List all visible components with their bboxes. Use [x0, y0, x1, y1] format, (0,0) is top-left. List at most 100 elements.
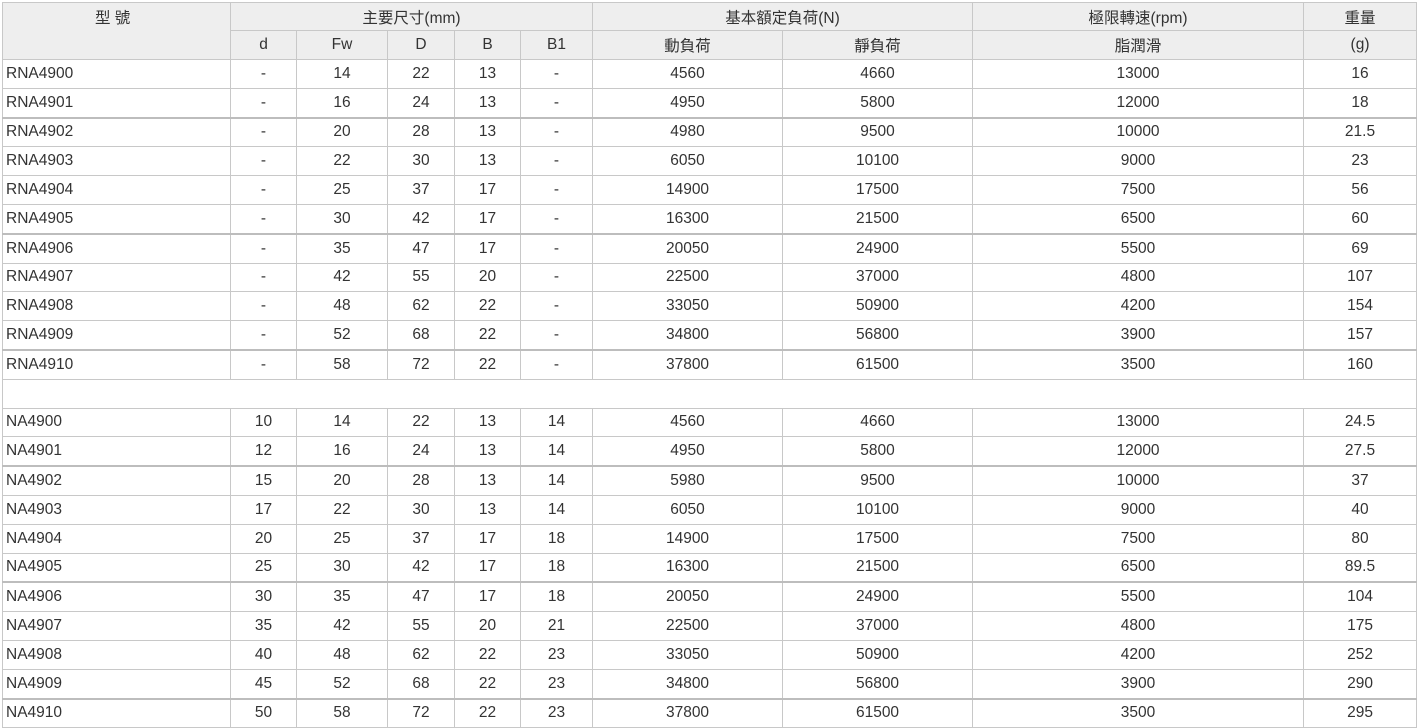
cell-static-load: 24900 — [782, 232, 974, 264]
cell-limit-speed: 5500 — [972, 232, 1305, 264]
cell-model: RNA4906 — [2, 232, 231, 264]
header-weight: 重量 — [1303, 2, 1418, 31]
table-row: NA4903 17 22 30 13 14 6050 10100 9000 40 — [2, 494, 1418, 525]
cell-weight: 252 — [1303, 639, 1418, 670]
cell-d: 20 — [230, 523, 297, 554]
table-row: RNA4906-35 47 17-20050 24900 5500 69 — [2, 232, 1418, 264]
cell-static-load: 61500 — [782, 348, 974, 380]
cell-dynamic-load: 4560 — [592, 407, 784, 438]
table-row: RNA4902-20 28 13-4980 9500 10000 21.5 — [2, 116, 1418, 148]
cell-b1: - — [519, 116, 594, 148]
cell-static-load: 24900 — [782, 581, 974, 613]
cell-model: NA4909 — [2, 668, 231, 700]
cell-b: 13 — [454, 407, 521, 438]
cell-b1: 18 — [519, 581, 594, 613]
cell-outer-d: 47 — [387, 581, 455, 613]
cell-weight: 24.5 — [1303, 407, 1418, 438]
cell-weight: 80 — [1303, 523, 1418, 554]
cell-dynamic-load: 16300 — [592, 552, 784, 583]
cell-b: 17 — [454, 523, 521, 554]
cell-b: 17 — [454, 552, 521, 583]
cell-outer-d: 72 — [387, 697, 455, 728]
cell-b1: - — [519, 59, 594, 89]
cell-d: - — [230, 320, 297, 351]
cell-limit-speed: 13000 — [972, 407, 1305, 438]
cell-model: RNA4907 — [2, 262, 231, 293]
cell-limit-speed: 10000 — [972, 116, 1305, 148]
cell-limit-speed: 9000 — [972, 494, 1305, 525]
cell-static-load: 37000 — [782, 611, 974, 641]
table-row: RNA4907-42 55 20-22500 37000 4800 107 — [2, 262, 1418, 293]
cell-limit-speed: 12000 — [972, 436, 1305, 467]
table-header: 型 號 主要尺寸(mm) 基本額定負荷(N) 極限轉速(rpm) 重量 d Fw… — [2, 2, 1418, 60]
cell-dynamic-load: 34800 — [592, 320, 784, 351]
cell-model: NA4900 — [2, 407, 231, 438]
cell-dynamic-load: 20050 — [592, 581, 784, 613]
cell-b: 22 — [454, 348, 521, 380]
cell-model: NA4905 — [2, 552, 231, 583]
cell-dynamic-load: 14900 — [592, 523, 784, 554]
cell-b1: - — [519, 146, 594, 177]
cell-outer-d: 68 — [387, 668, 455, 700]
cell-weight: 89.5 — [1303, 552, 1418, 583]
cell-outer-d: 28 — [387, 116, 455, 148]
cell-model: NA4907 — [2, 611, 231, 641]
cell-fw: 22 — [296, 146, 388, 177]
header-main-dimensions: 主要尺寸(mm) — [229, 2, 594, 31]
cell-b1: - — [519, 232, 594, 264]
cell-fw: 52 — [296, 668, 388, 700]
cell-b1: - — [519, 203, 594, 235]
cell-d: - — [230, 116, 297, 148]
cell-dynamic-load: 5980 — [592, 465, 784, 496]
cell-dynamic-load: 22500 — [592, 262, 784, 293]
cell-d: 17 — [230, 494, 297, 525]
cell-dynamic-load: 37800 — [592, 348, 784, 380]
header-fw: Fw — [296, 30, 388, 60]
cell-model: RNA4908 — [2, 291, 231, 322]
table-row: NA4905 25 30 42 17 18 16300 21500 6500 89.5 — [2, 552, 1418, 583]
cell-b1: 23 — [519, 697, 594, 728]
cell-model: RNA4910 — [2, 348, 231, 380]
cell-weight: 23 — [1303, 146, 1418, 177]
cell-d: - — [230, 146, 297, 177]
cell-model: RNA4902 — [2, 116, 231, 148]
cell-limit-speed: 3500 — [972, 697, 1305, 728]
cell-b1: 18 — [519, 523, 594, 554]
cell-model: RNA4900 — [2, 59, 231, 89]
cell-b1: - — [519, 320, 594, 351]
cell-b1: 14 — [519, 436, 594, 467]
cell-model: NA4902 — [2, 465, 231, 496]
cell-static-load: 21500 — [782, 552, 974, 583]
header-d: d — [230, 30, 297, 60]
cell-limit-speed: 10000 — [972, 465, 1305, 496]
cell-outer-d: 22 — [387, 407, 455, 438]
table-row: RNA4908-48 62 22-33050 50900 4200 154 — [2, 291, 1418, 322]
cell-outer-d: 47 — [387, 232, 455, 264]
cell-d: - — [230, 232, 297, 264]
cell-d: - — [230, 59, 297, 89]
table-row: NA4901 12 16 24 13 14 4950 5800 12000 27.5 — [2, 436, 1418, 467]
cell-limit-speed: 3900 — [972, 320, 1305, 351]
cell-b: 13 — [454, 494, 521, 525]
cell-static-load: 61500 — [782, 697, 974, 728]
cell-outer-d: 30 — [387, 494, 455, 525]
cell-fw: 25 — [296, 523, 388, 554]
cell-b: 17 — [454, 581, 521, 613]
cell-dynamic-load: 33050 — [592, 291, 784, 322]
header-outer-d: D — [387, 30, 455, 60]
cell-weight: 290 — [1303, 668, 1418, 700]
cell-b1: 18 — [519, 552, 594, 583]
cell-dynamic-load: 34800 — [592, 668, 784, 700]
header-static-load: 靜負荷 — [782, 30, 974, 60]
group-spacer-row — [1, 378, 1418, 409]
table-row: RNA4910-58 72 22-37800 61500 3500 160 — [2, 348, 1418, 380]
table-row: NA4907 35 42 55 20 21 22500 37000 4800 175 — [2, 611, 1418, 641]
cell-limit-speed: 9000 — [972, 146, 1305, 177]
cell-d: 30 — [230, 581, 297, 613]
cell-limit-speed: 12000 — [972, 87, 1305, 119]
cell-outer-d: 28 — [387, 465, 455, 496]
cell-d: - — [230, 291, 297, 322]
cell-b: 17 — [454, 175, 521, 205]
cell-dynamic-load: 4950 — [592, 87, 784, 119]
cell-b1: - — [519, 291, 594, 322]
